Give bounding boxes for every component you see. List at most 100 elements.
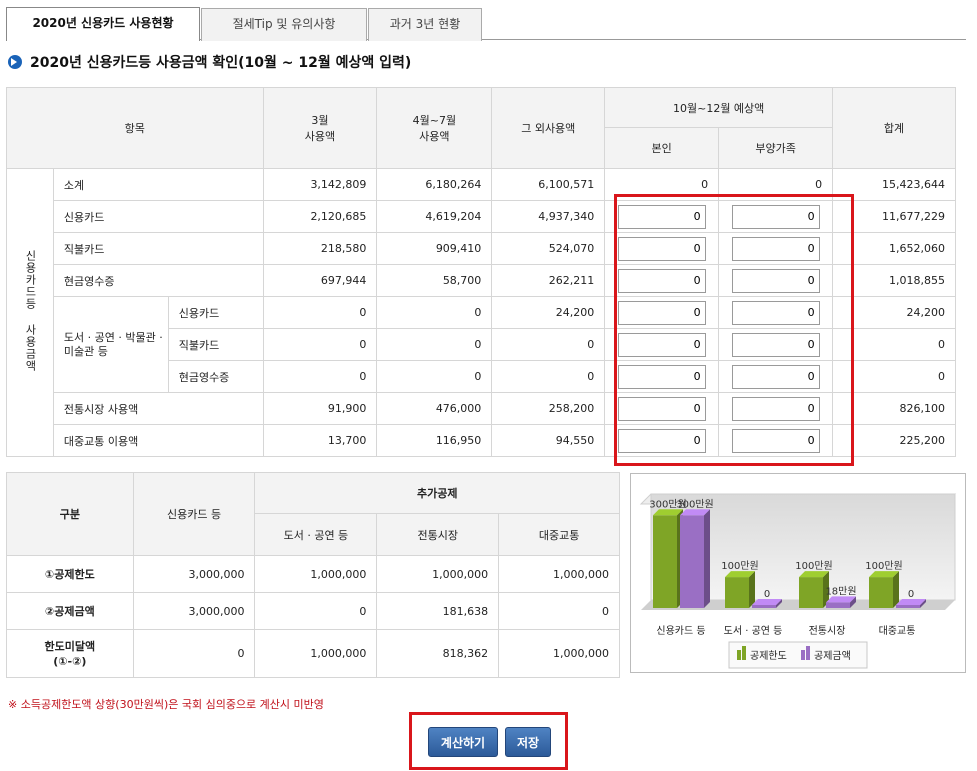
tab-bar: 2020년 신용카드 사용현황 절세Tip 및 유의사항 과거 3년 현황 [6, 6, 966, 41]
cell-other: 6,100,571 [491, 168, 606, 201]
tab-past-3-years[interactable]: 과거 3년 현황 [368, 8, 482, 41]
cell-apr-jul: 909,410 [376, 232, 493, 265]
legend-swatch [806, 646, 810, 660]
chart-bar-side [893, 571, 899, 608]
row-label: 현금영수증 [167, 360, 264, 393]
row-label: 대중교통 이용액 [52, 424, 264, 457]
header-total: 합계 [832, 87, 956, 169]
calculate-button[interactable]: 계산하기 [428, 727, 498, 757]
chart-data-label: 18만원 [825, 585, 856, 597]
chart-bar [752, 605, 776, 608]
cell-apr-jul: 0 [376, 360, 493, 393]
cell-other: 0 [491, 328, 606, 361]
cell-transit: 1,000,000 [498, 629, 620, 678]
header-books: 도서 · 공연 등 [254, 513, 378, 556]
row-label: 전통시장 사용액 [52, 392, 264, 425]
cell-market: 1,000,000 [376, 555, 500, 593]
chart-bar [799, 577, 823, 608]
cell-transit: 1,000,000 [498, 555, 620, 593]
cell-books: 1,000,000 [254, 629, 378, 678]
chart-bar [869, 577, 893, 608]
cell-apr-jul: 0 [376, 328, 493, 361]
header-expected: 10월~12월 예상액 [604, 87, 834, 128]
header-card: 신용카드 등 [132, 472, 256, 556]
row-label: 직불카드 [167, 328, 264, 361]
footnote: ※ 소득공제한도액 상향(30만원씩)은 국회 심의중으로 계산시 미반영 [8, 698, 324, 711]
header-dependent: 부양가족 [718, 127, 834, 169]
cell-apr-jul: 476,000 [376, 392, 493, 425]
cell-apr-jul: 6,180,264 [376, 168, 493, 201]
table-row: ①공제한도 3,000,000 1,000,000 1,000,000 1,00… [6, 555, 620, 593]
cell-march: 697,944 [262, 264, 378, 297]
row-label: ②공제금액 [6, 592, 134, 630]
row-label: 신용카드 [167, 296, 264, 329]
legend-swatch [742, 646, 746, 660]
row-label: 직불카드 [52, 232, 264, 265]
chart-bar [725, 577, 749, 608]
header-market: 전통시장 [376, 513, 500, 556]
row-label: 소계 [52, 168, 264, 201]
cell-market: 818,362 [376, 629, 500, 678]
cell-march: 13,700 [262, 424, 378, 457]
cell-other: 4,937,340 [491, 200, 606, 233]
cell-march: 3,142,809 [262, 168, 378, 201]
header-march: 3월 사용액 [262, 87, 378, 169]
cell-books: 1,000,000 [254, 555, 378, 593]
cell-march: 0 [262, 328, 378, 361]
chart-category-label: 대중교통 [879, 625, 916, 637]
chart-data-label: 100만원 [721, 560, 759, 572]
chart-category-label: 전통시장 [809, 625, 846, 637]
chart-bar-side [749, 571, 755, 608]
chart-data-label: 0 [908, 589, 914, 600]
cell-other: 262,211 [491, 264, 606, 297]
header-additional: 추가공제 [254, 472, 620, 514]
cell-market: 181,638 [376, 592, 500, 630]
section-title: 2020년 신용카드등 사용금액 확인(10월 ~ 12월 예상액 입력) [30, 55, 412, 71]
cell-apr-jul: 4,619,204 [376, 200, 493, 233]
save-button[interactable]: 저장 [505, 727, 551, 757]
chart-data-label: 100만원 [795, 560, 833, 572]
chart-data-label: 300만원 [676, 498, 714, 510]
chart-bar [653, 515, 677, 608]
deduction-table: 구분 신용카드 등 추가공제 도서 · 공연 등 전통시장 대중교통 ①공제한도… [6, 472, 620, 678]
cell-march: 218,580 [262, 232, 378, 265]
header-apr-jul: 4월~7월 사용액 [376, 87, 493, 169]
group-label: 신용카드등 사용금액 [23, 250, 37, 372]
tab-tax-tips[interactable]: 절세Tip 및 유의사항 [201, 8, 367, 41]
chart-category-label: 도서 · 공연 등 [724, 625, 783, 637]
header-self: 본인 [604, 127, 720, 169]
legend-swatch [737, 650, 741, 660]
legend-label: 공제금액 [814, 650, 851, 662]
section-heading: 2020년 신용카드등 사용금액 확인(10월 ~ 12월 예상액 입력) [8, 52, 411, 72]
cell-march: 0 [262, 296, 378, 329]
chart-bar [680, 515, 704, 608]
cell-transit: 0 [498, 592, 620, 630]
cell-card: 0 [132, 629, 256, 678]
cell-card: 3,000,000 [132, 555, 256, 593]
row-label: 신용카드 [52, 200, 264, 233]
chart-legend: 공제한도 공제금액 [728, 641, 868, 669]
header-category: 구분 [6, 472, 134, 556]
sub-group-label: 도서 · 공연 · 박물관 · 미술관 등 [52, 296, 169, 393]
chart-category-label: 신용카드 등 [656, 625, 705, 637]
tab-2020-usage[interactable]: 2020년 신용카드 사용현황 [6, 7, 200, 41]
row-label: 한도미달액 (①-②) [6, 629, 134, 678]
header-item: 항목 [6, 87, 264, 169]
cell-march: 91,900 [262, 392, 378, 425]
cell-apr-jul: 58,700 [376, 264, 493, 297]
cell-other: 24,200 [491, 296, 606, 329]
deduction-chart: 300만원 300만원 100만원 0 100만원 18만원 100만원 0 신용카드 등 도서… [630, 473, 966, 673]
arrow-circle-icon [8, 55, 22, 69]
legend-label: 공제한도 [750, 650, 787, 662]
cell-other: 0 [491, 360, 606, 393]
row-label: 현금영수증 [52, 264, 264, 297]
cell-apr-jul: 116,950 [376, 424, 493, 457]
cell-books: 0 [254, 592, 378, 630]
cell-march: 0 [262, 360, 378, 393]
chart-bar [896, 605, 920, 608]
cell-other: 258,200 [491, 392, 606, 425]
input-highlight-box [614, 194, 854, 466]
chart-data-label: 0 [764, 589, 770, 600]
table-row: 한도미달액 (①-②) 0 1,000,000 818,362 1,000,00… [6, 629, 620, 678]
cell-other: 524,070 [491, 232, 606, 265]
